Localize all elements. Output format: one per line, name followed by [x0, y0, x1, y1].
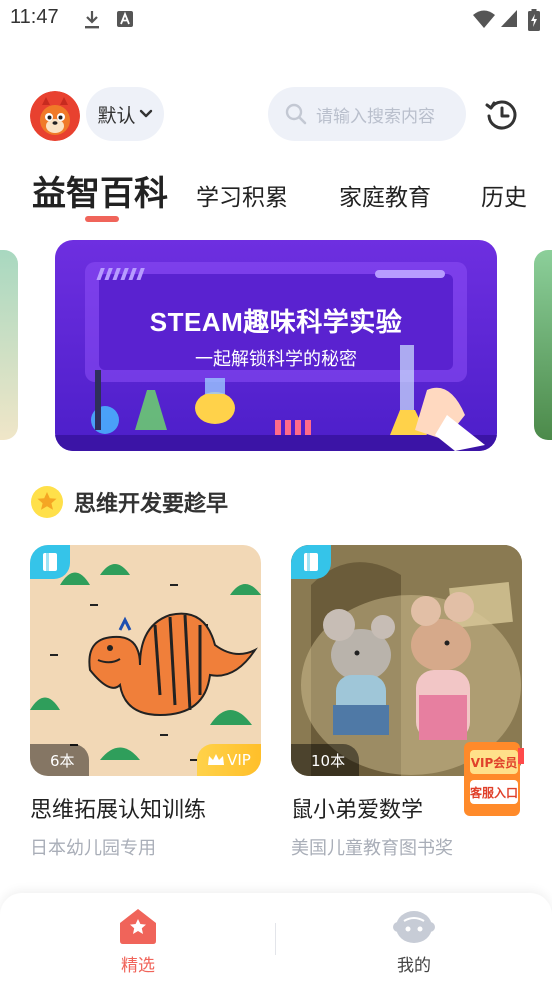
history-clock-icon: [485, 100, 517, 130]
book-count: 6本: [30, 744, 89, 776]
book-cover: 6本 VIP: [30, 545, 261, 776]
vip-badge: VIP: [197, 744, 261, 776]
dinosaur-cover-illustration: [30, 564, 261, 761]
signal-icon: [501, 10, 517, 27]
nav-mine-label: 我的: [397, 956, 431, 976]
book-icon: [43, 553, 57, 571]
banner-title: STEAM趣味科学实验: [149, 307, 403, 337]
book-icon: [304, 553, 318, 571]
section-title: 思维开发要趁早: [74, 492, 229, 517]
vip-label: VIP: [227, 751, 251, 769]
vip-gift-icon: VIP会员 客服入口: [464, 742, 524, 816]
book-subtitle: 美国儿童教育图书奖: [291, 838, 453, 859]
vip-entry-line1: VIP会员: [471, 755, 518, 770]
book-count: 10本: [291, 744, 360, 776]
home-star-icon: [120, 909, 156, 944]
battery-icon: [528, 9, 540, 31]
search-input[interactable]: 请输入搜索内容: [268, 87, 466, 141]
banner-carousel: STEAM趣味科学实验 一起解锁科学的秘密: [0, 240, 552, 452]
tab-puzzle-encyclopedia[interactable]: 益智百科: [32, 166, 168, 215]
book-title: 思维拓展认知训练: [30, 798, 207, 823]
banner-next-peek[interactable]: [534, 250, 552, 440]
book-card[interactable]: 6本 VIP 思维拓展认知训练 日本幼儿园专用: [30, 545, 261, 860]
book-subtitle: 日本幼儿园专用: [30, 838, 156, 859]
history-button[interactable]: [484, 97, 520, 133]
book-type-badge: [30, 545, 70, 579]
nav-divider: [275, 923, 276, 955]
bottom-tab-bar: 精选 我的: [0, 893, 552, 983]
download-icon: [85, 11, 99, 29]
vip-service-entry[interactable]: VIP会员 客服入口: [456, 738, 528, 820]
top-bar: 默认 请输入搜索内容: [0, 85, 552, 145]
mode-selector[interactable]: 默认: [86, 87, 164, 141]
fox-mascot-icon: [30, 91, 80, 141]
profile-face-icon: [393, 911, 435, 943]
tab-learning[interactable]: 学习积累: [196, 178, 288, 212]
search-icon: [285, 103, 307, 125]
tab-history[interactable]: 历史: [481, 178, 527, 212]
nav-mine[interactable]: 我的: [354, 907, 474, 976]
search-placeholder: 请输入搜索内容: [316, 106, 435, 127]
book-type-badge: [291, 545, 331, 579]
category-tabs: 益智百科 学习积累 家庭教育 历史: [0, 160, 552, 226]
banner-prev-peek[interactable]: [0, 250, 18, 440]
crown-icon: [208, 754, 225, 765]
tab-family-education[interactable]: 家庭教育: [339, 178, 431, 212]
nav-featured-label: 精选: [121, 956, 155, 976]
mode-label: 默认: [97, 104, 136, 127]
active-tab-indicator: [85, 216, 119, 222]
banner-subtitle: 一起解锁科学的秘密: [195, 349, 357, 370]
avatar[interactable]: [30, 91, 80, 141]
status-bar: 11:47: [0, 0, 552, 40]
nav-featured[interactable]: 精选: [78, 907, 198, 976]
status-time: 11:47: [10, 6, 59, 28]
chevron-down-icon: [139, 109, 152, 118]
vip-entry-line2: 客服入口: [469, 785, 518, 800]
section-header: 思维开发要趁早: [30, 484, 228, 520]
wifi-icon: [473, 10, 495, 28]
banner-steam[interactable]: STEAM趣味科学实验 一起解锁科学的秘密: [55, 240, 497, 451]
star-badge-icon: [31, 486, 63, 518]
keyboard-a-icon: [117, 11, 133, 27]
